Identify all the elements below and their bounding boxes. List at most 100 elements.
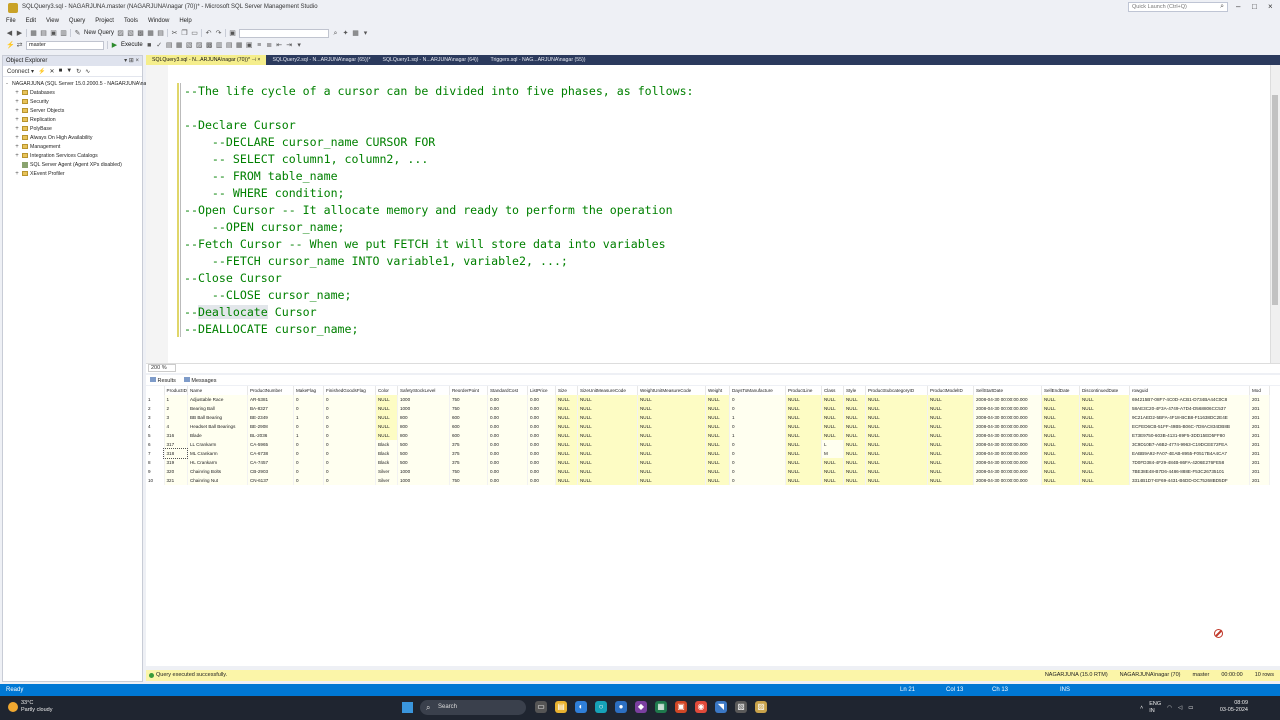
table-cell[interactable]: NULL [821,422,844,431]
table-cell[interactable]: NULL [555,449,578,458]
table-cell[interactable]: CN-6137 [247,476,294,485]
include-actual-plan-icon[interactable]: ▨ [196,42,203,49]
table-cell[interactable]: NULL [705,431,730,440]
table-cell[interactable]: 0.00 [527,440,556,449]
connect-icon[interactable]: ⚡ [38,68,45,75]
ssms-taskbar-icon[interactable]: ▨ [755,701,767,713]
table-cell[interactable]: NULL [865,467,928,476]
table-cell[interactable]: 201 [1249,458,1270,467]
table-cell[interactable]: NULL [821,431,844,440]
table-cell[interactable]: NULL [1041,395,1080,404]
table-cell[interactable]: NULL [1079,404,1130,413]
table-cell[interactable]: NULL [705,440,730,449]
table-cell[interactable]: NULL [785,476,822,485]
cancel-query-icon[interactable]: ■ [146,42,153,49]
column-header[interactable]: Weight [705,386,730,395]
table-cell[interactable]: 9C21AED2-5BFA-4F18-BCB8-F11638DC2E4E [1129,413,1250,422]
table-cell[interactable]: 2008-04-30 00:00:00.000 [973,422,1042,431]
code-line[interactable]: -- SELECT column1, column2, ... [184,151,694,168]
table-cell[interactable]: NULL [843,395,866,404]
table-cell[interactable]: 318 [162,448,189,459]
table-cell[interactable]: NULL [375,413,398,422]
table-cell[interactable]: 0 [323,467,376,476]
table-cell[interactable]: 1000 [397,395,450,404]
table-cell[interactable]: NULL [637,449,706,458]
table-cell[interactable]: 1 [293,413,324,422]
table-cell[interactable]: NULL [785,413,822,422]
table-cell[interactable]: 1 [729,413,786,422]
table-cell[interactable]: NULL [375,422,398,431]
connect-button[interactable]: Connect ▾ [7,68,34,75]
app-icon[interactable]: ○ [595,701,607,713]
scrollbar-thumb[interactable] [1272,95,1278,305]
menu-tools[interactable]: Tools [124,18,138,24]
table-cell[interactable]: 800 [397,431,450,440]
table-cell[interactable]: Headset Ball Bearings [187,422,248,431]
table-cell[interactable]: 0.00 [487,467,528,476]
vs-code-icon[interactable]: ◥ [715,701,727,713]
code-line[interactable]: --DECLARE cursor_name CURSOR FOR [184,134,694,151]
table-cell[interactable]: Blade [187,431,248,440]
table-cell[interactable]: 201 [1249,413,1270,422]
table-cell[interactable]: NULL [1079,431,1130,440]
table-cell[interactable]: NULL [637,476,706,485]
table-cell[interactable]: 7D0FD384-4F29-484B-86FA-4206E276FE58 [1129,458,1250,467]
table-cell[interactable]: L [821,440,844,449]
expand-icon[interactable]: + [14,153,20,159]
weather-widget[interactable]: 33°C Partly cloudy [8,700,53,714]
excel-icon[interactable]: ▦ [655,701,667,713]
column-header[interactable]: ProductModelID [927,386,974,395]
chrome-icon[interactable]: ◉ [695,701,707,713]
table-cell[interactable]: 201 [1249,476,1270,485]
expand-icon[interactable]: + [14,99,20,105]
table-cell[interactable]: CA-5965 [247,440,294,449]
table-cell[interactable]: NULL [637,440,706,449]
table-cell[interactable]: AR-5381 [247,395,294,404]
table-cell[interactable]: 2008-04-30 00:00:00.000 [973,404,1042,413]
table-cell[interactable]: 600 [449,431,488,440]
table-cell[interactable]: NULL [927,431,974,440]
table-cell[interactable]: NULL [577,395,638,404]
tab-close-icon[interactable]: ⊣ × [250,57,260,63]
code-line[interactable]: --Declare Cursor [184,117,694,134]
table-cell[interactable]: 201 [1249,422,1270,431]
tree-node[interactable]: - NAGARJUNA (SQL Server 15.0.2000.5 - NAG… [6,79,156,88]
table-cell[interactable]: NULL [843,422,866,431]
table-cell[interactable]: NULL [865,422,928,431]
table-cell[interactable]: 1000 [397,404,450,413]
wifi-icon[interactable]: ◠ [1167,705,1172,711]
paste-icon[interactable]: ▭ [191,30,198,37]
table-cell[interactable]: NULL [555,431,578,440]
row-number[interactable]: 10 [146,476,165,485]
table-cell[interactable]: NULL [1079,476,1130,485]
table-cell[interactable]: 0 [323,440,376,449]
table-cell[interactable]: NULL [785,467,822,476]
grid-corner[interactable] [146,386,165,395]
table-cell[interactable]: 0 [323,431,376,440]
table-cell[interactable]: HL Crankarm [187,458,248,467]
connect-icon[interactable]: ⚡ [6,42,15,49]
expand-icon[interactable]: + [14,108,20,114]
live-query-statistics-icon[interactable]: ▩ [206,42,213,49]
table-cell[interactable]: NULL [375,431,398,440]
table-row[interactable]: 2 2 Bearing Ball BA-8327 0 0 NULL 1000 750 0.00 0.… [146,404,1270,413]
table-cell[interactable]: Black [375,458,398,467]
column-header[interactable]: ProductLine [785,386,822,395]
column-header[interactable]: StandardCost [487,386,528,395]
table-cell[interactable]: NULL [927,458,974,467]
column-header[interactable]: FinishedGoodsFlag [323,386,376,395]
table-cell[interactable]: 1 [729,431,786,440]
code-line[interactable]: --CLOSE cursor_name; [184,287,694,304]
task-view-icon[interactable]: ▭ [535,701,547,713]
table-cell[interactable]: 201 [1249,395,1270,404]
volume-icon[interactable]: ◁ [1178,705,1182,711]
table-cell[interactable]: 0 [729,467,786,476]
uncomment-icon[interactable]: ≣ [266,42,273,49]
table-cell[interactable]: 600 [449,422,488,431]
mdx-query-icon[interactable]: ▧ [127,30,134,37]
document-tab[interactable]: SQLQuery3.sql - N...ARJUNA\nagar (70))* … [146,55,267,65]
table-cell[interactable]: NULL [1041,422,1080,431]
table-cell[interactable]: CA-7457 [247,458,294,467]
execute-icon[interactable]: ▶ [111,42,118,49]
table-cell[interactable]: 0 [293,404,324,413]
